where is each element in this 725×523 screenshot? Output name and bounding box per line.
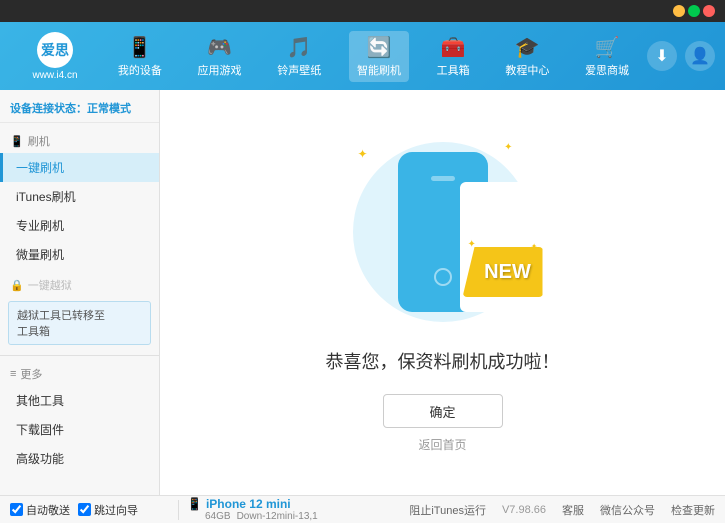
- lock-icon: 🔒: [10, 279, 24, 292]
- new-badge: NEW ✦ ✦: [463, 247, 543, 307]
- nav-my-device-icon: 📱: [127, 35, 152, 60]
- nav-toolbox-label: 工具箱: [437, 62, 470, 78]
- nav-tutorials[interactable]: 🎓 教程中心: [497, 31, 557, 82]
- badge-sparkle-left: ✦: [468, 239, 476, 250]
- maximize-button[interactable]: [688, 5, 700, 17]
- confirm-button[interactable]: 确定: [383, 394, 503, 428]
- sidebar-item-itunes-flash[interactable]: iTunes刷机: [0, 182, 159, 211]
- nav-tutorials-icon: 🎓: [515, 35, 540, 60]
- section-jailbreak-title: 🔒 一键越狱: [0, 273, 159, 297]
- window-controls: [667, 2, 721, 20]
- logo-text: 爱思: [41, 40, 69, 60]
- new-badge-ribbon: NEW: [463, 247, 543, 297]
- device-name: iPhone 12 mini: [206, 497, 291, 511]
- back-link[interactable]: 返回首页: [418, 436, 466, 453]
- phone-home-button: [434, 268, 452, 286]
- sparkle-top-left: ✦: [358, 147, 368, 161]
- section-flash: 📱 刷机 一键刷机 iTunes刷机 专业刷机 微量刷机: [0, 127, 159, 271]
- nav-smart-flash-icon: 🔄: [367, 35, 392, 60]
- nav-ringtones[interactable]: 🎵 铃声壁纸: [269, 31, 329, 82]
- version-label: V7.98.66: [502, 504, 546, 516]
- content-area: ✦ ✦ NEW ✦ ✦ 恭喜您，保资料刷机成功啦！ 确定 返回首页: [160, 90, 725, 495]
- device-storage: 64GB: [205, 511, 231, 522]
- connection-status-label: 设备连接状态：: [10, 103, 87, 115]
- wechat-link[interactable]: 微信公众号: [600, 502, 655, 518]
- phone-illustration: ✦ ✦ NEW ✦ ✦: [343, 132, 543, 332]
- section-more: ≡ 更多 其他工具 下载固件 高级功能: [0, 360, 159, 475]
- close-button[interactable]: [703, 5, 715, 17]
- device-version: Down-12mini-13,1: [237, 511, 318, 522]
- auto-send-checkbox[interactable]: [10, 503, 23, 516]
- nav-smart-flash-label: 智能刷机: [357, 62, 401, 78]
- nav-mall-icon: 🛒: [595, 35, 620, 60]
- connection-status: 设备连接状态：正常模式: [0, 94, 159, 123]
- flash-icon: 📱: [10, 135, 24, 148]
- minimize-button[interactable]: [673, 5, 685, 17]
- sidebar-item-advanced[interactable]: 高级功能: [0, 444, 159, 473]
- jailbreak-notice-text: 越狱工具已转移至工具箱: [17, 310, 105, 338]
- section-jailbreak: 🔒 一键越狱 越狱工具已转移至工具箱: [0, 271, 159, 351]
- main-layout: 设备连接状态：正常模式 📱 刷机 一键刷机 iTunes刷机 专业刷机 微量刷机…: [0, 90, 725, 495]
- nav-my-device-label: 我的设备: [118, 62, 162, 78]
- sidebar: 设备连接状态：正常模式 📱 刷机 一键刷机 iTunes刷机 专业刷机 微量刷机…: [0, 90, 160, 495]
- badge-sparkle-right: ✦: [531, 242, 538, 251]
- section-flash-title: 📱 刷机: [0, 129, 159, 153]
- sidebar-item-download-firmware[interactable]: 下载固件: [0, 415, 159, 444]
- nav-mall-label: 爱思商城: [585, 62, 629, 78]
- logo-url: www.i4.cn: [32, 70, 77, 81]
- bottom-bar: 自动敬送 跳过向导 📱 iPhone 12 mini 64GB Down-12m…: [0, 495, 725, 523]
- download-button[interactable]: ⬇: [647, 41, 677, 71]
- sidebar-divider: [0, 355, 159, 356]
- section-jailbreak-label: 一键越狱: [28, 277, 72, 293]
- checkbox-auto-send[interactable]: 自动敬送: [10, 502, 70, 518]
- device-info: 📱 iPhone 12 mini 64GB Down-12mini-13,1: [187, 497, 318, 522]
- phone-speaker: [431, 176, 455, 181]
- nav-my-device[interactable]: 📱 我的设备: [110, 31, 170, 82]
- title-bar: [0, 0, 725, 22]
- section-more-title: ≡ 更多: [0, 362, 159, 386]
- skip-wizard-checkbox[interactable]: [78, 503, 91, 516]
- nav-right-buttons: ⬇ 👤: [647, 41, 715, 71]
- nav-apps-games[interactable]: 🎮 应用游戏: [190, 31, 250, 82]
- bottom-left: 自动敬送 跳过向导: [10, 502, 170, 518]
- account-button[interactable]: 👤: [685, 41, 715, 71]
- success-message: 恭喜您，保资料刷机成功啦！: [326, 348, 560, 374]
- left-panel: 设备连接状态：正常模式 📱 刷机 一键刷机 iTunes刷机 专业刷机 微量刷机…: [0, 90, 160, 495]
- nav-mall[interactable]: 🛒 爱思商城: [577, 31, 637, 82]
- nav-apps-games-label: 应用游戏: [198, 62, 242, 78]
- check-update-link[interactable]: 检查更新: [671, 502, 715, 518]
- header: 爱思 www.i4.cn 📱 我的设备 🎮 应用游戏 🎵 铃声壁纸 🔄 智能刷机…: [0, 22, 725, 90]
- auto-send-label: 自动敬送: [26, 502, 70, 518]
- connection-status-value: 正常模式: [87, 103, 131, 115]
- sidebar-item-one-key-flash[interactable]: 一键刷机: [0, 153, 159, 182]
- device-icon: 📱: [187, 497, 202, 511]
- checkbox-skip-wizard[interactable]: 跳过向导: [78, 502, 138, 518]
- logo-area: 爱思 www.i4.cn: [10, 32, 100, 81]
- customer-service-link[interactable]: 客服: [562, 502, 584, 518]
- more-icon: ≡: [10, 368, 16, 380]
- itunes-status: 阻止iTunes运行: [409, 502, 486, 518]
- nav-toolbox-icon: 🧰: [441, 35, 466, 60]
- nav-tutorials-label: 教程中心: [505, 62, 549, 78]
- section-flash-label: 刷机: [28, 133, 50, 149]
- bottom-right: 阻止iTunes运行 V7.98.66 客服 微信公众号 检查更新: [318, 502, 715, 518]
- nav-items: 📱 我的设备 🎮 应用游戏 🎵 铃声壁纸 🔄 智能刷机 🧰 工具箱 🎓 教程中心…: [100, 31, 647, 82]
- nav-ringtones-icon: 🎵: [287, 35, 312, 60]
- sidebar-item-battery-flash[interactable]: 微量刷机: [0, 240, 159, 269]
- nav-toolbox[interactable]: 🧰 工具箱: [429, 31, 478, 82]
- sparkle-top-right: ✦: [504, 142, 512, 153]
- nav-smart-flash[interactable]: 🔄 智能刷机: [349, 31, 409, 82]
- nav-ringtones-label: 铃声壁纸: [277, 62, 321, 78]
- section-more-label: 更多: [20, 366, 42, 382]
- new-badge-text: NEW: [484, 261, 531, 284]
- skip-wizard-label: 跳过向导: [94, 502, 138, 518]
- logo-icon: 爱思: [37, 32, 73, 68]
- divider-1: [178, 500, 179, 520]
- sidebar-item-pro-flash[interactable]: 专业刷机: [0, 211, 159, 240]
- nav-apps-games-icon: 🎮: [207, 35, 232, 60]
- sidebar-item-other-tools[interactable]: 其他工具: [0, 386, 159, 415]
- jailbreak-notice: 越狱工具已转移至工具箱: [8, 301, 151, 345]
